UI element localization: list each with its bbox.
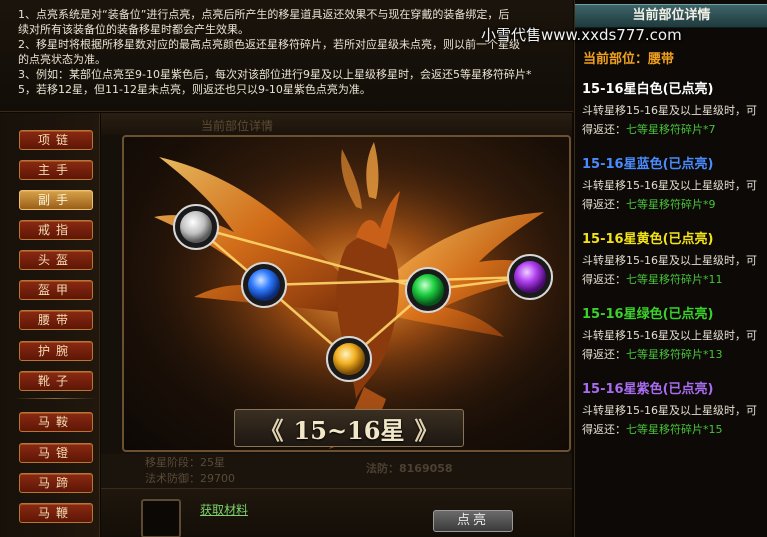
star-range-title: 15~16星 bbox=[293, 415, 405, 445]
slot-button-mainhand[interactable]: 主手 bbox=[19, 160, 93, 180]
tier-title: 15-16星白色(已点亮) bbox=[582, 82, 714, 97]
tier-reward: 得返还：七等星移符碎片*7 bbox=[582, 123, 716, 136]
material-slot[interactable] bbox=[141, 499, 181, 537]
instruction-line: 的点亮状态为准。 bbox=[18, 53, 106, 66]
gem-layer bbox=[173, 204, 553, 382]
equipment-slot-list: 项链 主手 副手 戒指 头盔 盔甲 腰带 护腕 靴子 马鞍 马镫 马蹄 马鞭 bbox=[0, 113, 100, 537]
slot-button-belt[interactable]: 腰带 bbox=[19, 310, 93, 330]
chevron-right-icon: 》 bbox=[414, 415, 439, 445]
tier-yellow: 15-16星黄色(已点亮) 斗转星移15-16星及以上星级时，可 得返还：七等星… bbox=[582, 228, 767, 287]
detail-panel: 当前部位详情 当前部位：腰带 15-16星白色(已点亮) 斗转星移15-16星及… bbox=[574, 0, 767, 537]
current-part-value: 腰带 bbox=[648, 52, 675, 67]
slot-button-horseshoe[interactable]: 马蹄 bbox=[19, 473, 93, 493]
tier-desc: 斗转星移15-16星及以上星级时，可 bbox=[582, 254, 757, 267]
watermark: 小雪代售www.xxds777.com bbox=[481, 26, 682, 44]
slot-button-boots[interactable]: 靴子 bbox=[19, 371, 93, 391]
tier-reward: 得返还：七等星移符碎片*15 bbox=[582, 423, 723, 436]
slot-button-necklace[interactable]: 项链 bbox=[19, 130, 93, 150]
tier-desc: 斗转星移15-16星及以上星级时，可 bbox=[582, 104, 757, 117]
reward-item: 七等星移符碎片*13 bbox=[626, 348, 723, 361]
slot-button-offhand[interactable]: 副手 bbox=[19, 190, 93, 210]
tier-green: 15-16星绿色(已点亮) 斗转星移15-16星及以上星级时，可 得返还：七等星… bbox=[582, 303, 767, 362]
stat-text: 移星阶段：25星 bbox=[145, 456, 225, 469]
phoenix-artwork: 《 15~16星 》 bbox=[122, 135, 571, 452]
slot-button-helmet[interactable]: 头盔 bbox=[19, 250, 93, 270]
slot-button-whip[interactable]: 马鞭 bbox=[19, 503, 93, 523]
instructions-panel: 1、点亮系统是对“装备位”进行点亮，点亮后所产生的移星道具返还效果不与现在穿戴的… bbox=[0, 0, 573, 112]
instruction-line: 5，若移12星，但11-12星未点亮，则返还也只以9-10星紫色点亮为准。 bbox=[18, 83, 371, 96]
light-up-panel: 当前部位详情 《 15~16星 》 移星阶段：25星 法术防御：29700 法防… bbox=[101, 113, 572, 537]
tier-blue: 15-16星蓝色(已点亮) 斗转星移15-16星及以上星级时，可 得返还：七等星… bbox=[582, 153, 767, 212]
gem-green-icon[interactable] bbox=[405, 267, 451, 313]
slot-button-saddle[interactable]: 马鞍 bbox=[19, 412, 93, 432]
slot-button-stirrup[interactable]: 马镫 bbox=[19, 443, 93, 463]
get-material-link[interactable]: 获取材料 bbox=[200, 501, 248, 518]
tier-purple: 15-16星紫色(已点亮) 斗转星移15-16星及以上星级时，可 得返还：七等星… bbox=[582, 378, 767, 437]
stats-area: 移星阶段：25星 法术防御：29700 法防：8169058 bbox=[101, 454, 572, 488]
current-part: 当前部位：腰带 bbox=[583, 48, 674, 67]
star-range-banner: 《 15~16星 》 bbox=[234, 409, 464, 447]
light-up-button[interactable]: 点亮 bbox=[433, 510, 513, 532]
tier-title: 15-16星蓝色(已点亮) bbox=[582, 157, 714, 172]
tier-reward: 得返还：七等星移符碎片*11 bbox=[582, 273, 723, 286]
gem-blue-icon[interactable] bbox=[241, 262, 287, 308]
tier-white: 15-16星白色(已点亮) 斗转星移15-16星及以上星级时，可 得返还：七等星… bbox=[582, 78, 767, 137]
reward-item: 七等星移符碎片*7 bbox=[626, 123, 716, 136]
slot-button-bracer[interactable]: 护腕 bbox=[19, 341, 93, 361]
stat-text: 法防：8169058 bbox=[366, 462, 453, 475]
action-bar: 获取材料 点亮 bbox=[101, 488, 572, 537]
current-part-label: 当前部位： bbox=[583, 52, 649, 67]
gem-white-icon[interactable] bbox=[173, 204, 219, 250]
instruction-line: 3、例如：某部位点亮至9-10星紫色后，每次对该部位进行9星及以上星级移星时，会… bbox=[18, 68, 532, 81]
tier-title: 15-16星紫色(已点亮) bbox=[582, 382, 714, 397]
slot-button-ring[interactable]: 戒指 bbox=[19, 220, 93, 240]
chevron-left-icon: 《 bbox=[259, 415, 284, 445]
tier-desc: 斗转星移15-16星及以上星级时，可 bbox=[582, 179, 757, 192]
instruction-line: 1、点亮系统是对“装备位”进行点亮，点亮后所产生的移星道具返还效果不与现在穿戴的… bbox=[18, 8, 510, 21]
tier-desc: 斗转星移15-16星及以上星级时，可 bbox=[582, 329, 757, 342]
tier-title: 15-16星黄色(已点亮) bbox=[582, 232, 714, 247]
tier-reward: 得返还：七等星移符碎片*13 bbox=[582, 348, 723, 361]
tier-reward: 得返还：七等星移符碎片*9 bbox=[582, 198, 716, 211]
tier-desc: 斗转星移15-16星及以上星级时，可 bbox=[582, 404, 757, 417]
reward-item: 七等星移符碎片*11 bbox=[626, 273, 723, 286]
stat-text: 法术防御：29700 bbox=[145, 472, 235, 485]
reward-item: 七等星移符碎片*15 bbox=[626, 423, 723, 436]
gem-yellow-icon[interactable] bbox=[326, 336, 372, 382]
gem-purple-icon[interactable] bbox=[507, 254, 553, 300]
slot-button-armor[interactable]: 盔甲 bbox=[19, 280, 93, 300]
divider bbox=[14, 398, 96, 399]
panel-header: 当前部位详情 bbox=[101, 113, 572, 135]
reward-item: 七等星移符碎片*9 bbox=[626, 198, 716, 211]
tier-title: 15-16星绿色(已点亮) bbox=[582, 307, 714, 322]
